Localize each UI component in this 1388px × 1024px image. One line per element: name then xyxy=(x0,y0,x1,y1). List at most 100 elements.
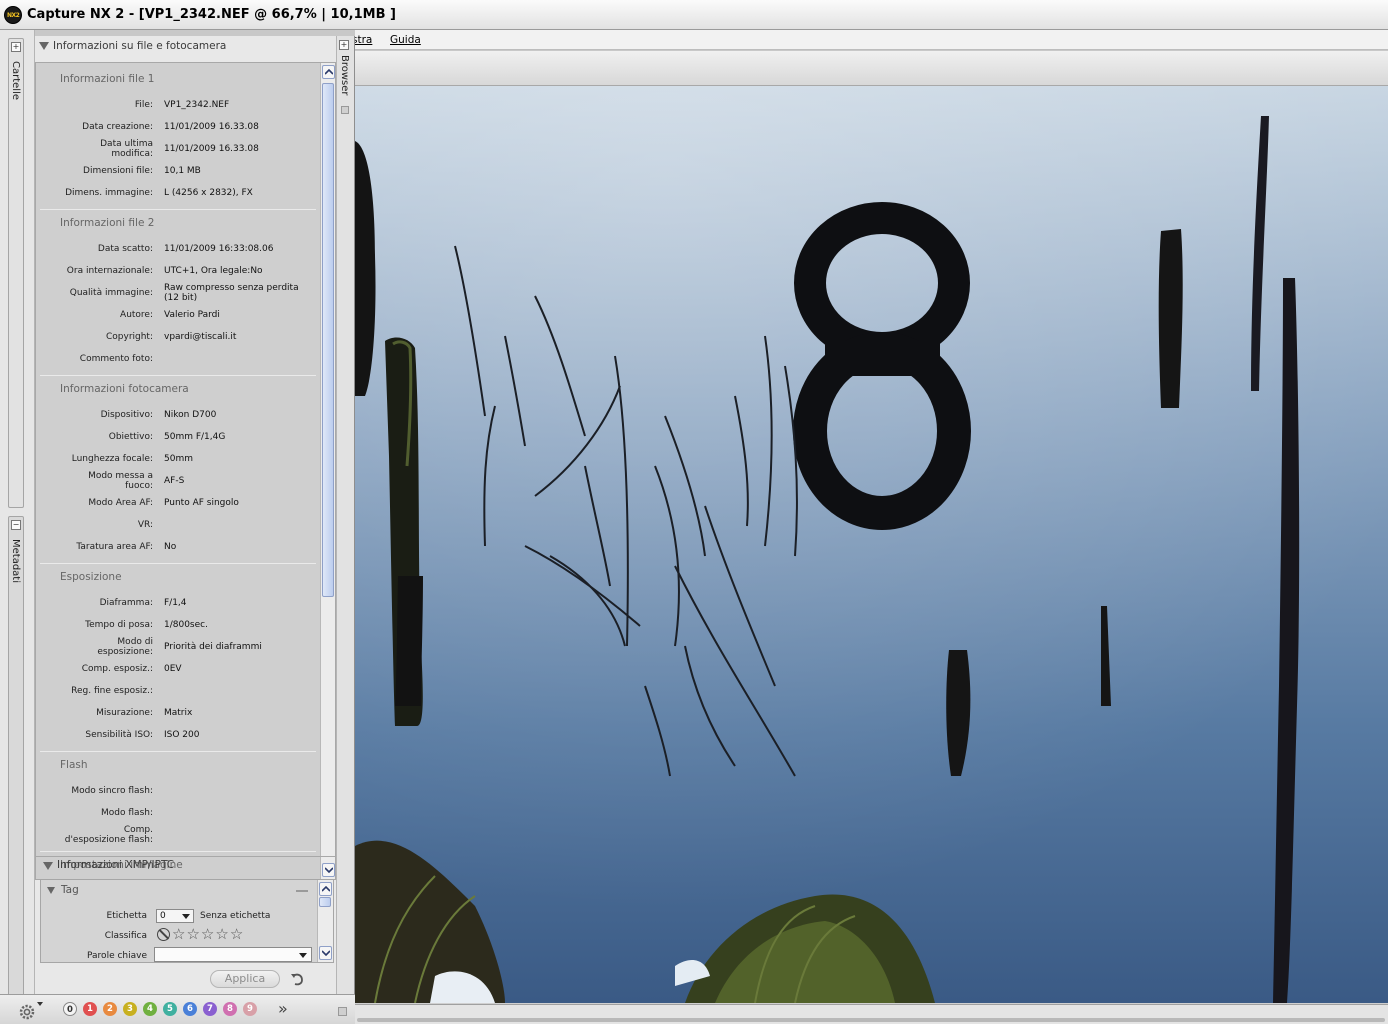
etichetta-select[interactable]: 0 xyxy=(156,909,194,923)
metadata-scrollbar[interactable] xyxy=(320,63,335,879)
photo-canvas[interactable] xyxy=(355,86,1388,1003)
panel-title: Informazioni su file e fotocamera xyxy=(53,40,227,52)
etichetta-label: Etichetta xyxy=(106,911,147,921)
metadata-row-label: Tempo di posa: xyxy=(85,620,153,630)
section-heading: Informazioni file 1 xyxy=(60,73,155,85)
metadata-row-value: 11/01/2009 16.33.08 xyxy=(164,122,259,132)
metadata-row-value: UTC+1, Ora legale:No xyxy=(164,266,263,276)
section-divider xyxy=(40,751,316,752)
star-icon[interactable]: ☆ xyxy=(230,927,243,942)
left-tab-strip: + Cartelle − Metadati xyxy=(0,30,35,1024)
rating-stars[interactable]: ☆☆☆☆☆ xyxy=(157,927,244,943)
metadata-row-label: Modo flash: xyxy=(101,808,153,818)
section-divider xyxy=(40,209,316,210)
metadata-row-value: 50mm xyxy=(164,454,193,464)
tag-scrollbar[interactable] xyxy=(317,880,333,962)
metadata-row-label: Modo Area AF: xyxy=(88,498,153,508)
no-rating-icon[interactable] xyxy=(157,928,170,941)
metadata-row-value: Punto AF singolo xyxy=(164,498,239,508)
expand-browser-button[interactable]: + xyxy=(339,40,349,50)
resize-grip[interactable] xyxy=(338,1007,347,1016)
scroll-up-button[interactable] xyxy=(319,882,332,896)
menu-finestra[interactable]: stra xyxy=(352,34,372,46)
metadata-row-label: Misurazione: xyxy=(96,708,153,718)
etichetta-value: Senza etichetta xyxy=(200,911,271,921)
tag-section: Tag Etichetta 0 Senza etichetta Classifi… xyxy=(40,879,334,963)
tab-browser-label: Browser xyxy=(339,55,350,96)
metadata-row-label: Lunghezza focale: xyxy=(71,454,153,464)
scroll-down-button[interactable] xyxy=(319,946,332,960)
metadata-row-label: VR: xyxy=(137,520,153,530)
color-label-2[interactable]: 2 xyxy=(103,1002,117,1016)
color-label-6[interactable]: 6 xyxy=(183,1002,197,1016)
metadata-row-label: Data creazione: xyxy=(82,122,153,132)
color-label-4[interactable]: 4 xyxy=(143,1002,157,1016)
metadata-row-label: Data scatto: xyxy=(97,244,153,254)
collapse-triangle-icon[interactable] xyxy=(43,862,53,870)
section-divider xyxy=(40,375,316,376)
image-horizontal-scrollbar[interactable] xyxy=(355,1004,1388,1024)
file-camera-info-header[interactable]: Informazioni su file e fotocamera xyxy=(35,40,336,56)
metadata-row-label: Dimensioni file: xyxy=(83,166,153,176)
metadata-scroll-thumb[interactable] xyxy=(322,83,334,597)
metadata-row-label: Reg. fine esposiz.: xyxy=(71,686,153,696)
undo-icon[interactable] xyxy=(289,971,305,987)
color-label-0[interactable]: 0 xyxy=(63,1002,77,1016)
scrollbar-thumb[interactable] xyxy=(357,1018,1385,1022)
menu-guida[interactable]: Guida xyxy=(390,34,421,46)
metadata-row-label: Data ultima modifica: xyxy=(100,139,153,159)
metadata-row-label: Commento foto: xyxy=(79,354,153,364)
metadata-row-value: 10,1 MB xyxy=(164,166,201,176)
color-label-5[interactable]: 5 xyxy=(163,1002,177,1016)
tab-cartelle[interactable]: + Cartelle xyxy=(8,38,24,508)
panel-right-strip: + Browser xyxy=(336,36,355,994)
expand-cartelle-button[interactable]: + xyxy=(11,42,21,52)
chevron-down-icon xyxy=(182,914,190,919)
image-viewer[interactable] xyxy=(355,86,1388,1004)
collapse-metadati-button[interactable]: − xyxy=(11,520,21,530)
star-icon[interactable]: ☆ xyxy=(201,927,214,942)
tab-metadati[interactable]: − Metadati xyxy=(8,516,24,1016)
app-logo-icon[interactable]: NX2 xyxy=(4,6,22,24)
metadata-row-value: 50mm F/1,4G xyxy=(164,432,226,442)
tag-scroll-thumb[interactable] xyxy=(319,897,331,907)
apply-button[interactable]: Applica xyxy=(210,970,280,988)
gear-icon[interactable] xyxy=(15,999,45,1021)
metadata-row-value: No xyxy=(164,542,177,552)
star-icon[interactable]: ☆ xyxy=(186,927,199,942)
color-label-3[interactable]: 3 xyxy=(123,1002,137,1016)
tab-cartelle-label: Cartelle xyxy=(10,61,21,101)
metadata-row-value: ISO 200 xyxy=(164,730,200,740)
chevron-down-icon xyxy=(299,953,307,958)
collapse-triangle-icon[interactable] xyxy=(47,887,55,894)
section-heading: Esposizione xyxy=(60,571,122,583)
more-labels-button[interactable]: » xyxy=(278,999,288,1018)
tab-browser[interactable]: + Browser xyxy=(338,39,353,111)
metadata-row-label: Sensibilità ISO: xyxy=(85,730,153,740)
section-heading: Informazioni file 2 xyxy=(60,217,155,229)
metadata-row-value: Priorità dei diaframmi xyxy=(164,642,262,652)
window-title: Capture NX 2 - [VP1_2342.NEF @ 66,7% | 1… xyxy=(27,7,396,22)
color-label-8[interactable]: 8 xyxy=(223,1002,237,1016)
color-label-1[interactable]: 1 xyxy=(83,1002,97,1016)
classifica-label: Classifica xyxy=(104,931,147,941)
metadata-row-label: Ora internazionale: xyxy=(66,266,153,276)
section-divider xyxy=(40,563,316,564)
tab-metadati-label: Metadati xyxy=(10,539,21,584)
color-label-9[interactable]: 9 xyxy=(243,1002,257,1016)
collapse-triangle-icon[interactable] xyxy=(39,42,49,50)
star-icon[interactable]: ☆ xyxy=(172,927,185,942)
metadata-row-value: AF-S xyxy=(164,476,185,486)
metadata-row-value: Nikon D700 xyxy=(164,410,217,420)
color-label-7[interactable]: 7 xyxy=(203,1002,217,1016)
panel-resize-handle[interactable] xyxy=(341,106,349,114)
star-icon[interactable]: ☆ xyxy=(215,927,228,942)
tag-minimize-icon[interactable] xyxy=(296,890,308,892)
xmp-iptc-header[interactable]: Informazioni XMP/IPTC xyxy=(35,856,336,874)
scroll-up-button[interactable] xyxy=(322,65,335,79)
metadata-row-value: 1/800sec. xyxy=(164,620,208,630)
section-heading: Flash xyxy=(60,759,88,771)
section-heading: Informazioni fotocamera xyxy=(60,383,189,395)
keywords-combobox[interactable] xyxy=(154,947,312,962)
toolbar xyxy=(355,51,1388,86)
